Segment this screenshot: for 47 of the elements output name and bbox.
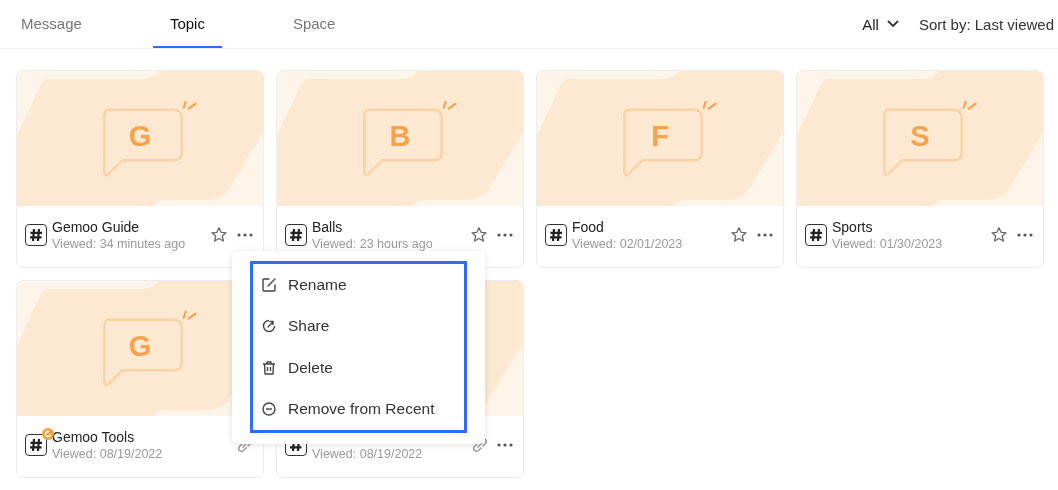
remove-icon [261,401,277,418]
viewed-time: Viewed: 08/19/2022 [52,447,164,461]
rename-icon [261,276,277,293]
tab[interactable]: Space [275,0,353,48]
topic-letter: B [389,122,411,151]
topic-letter: G [128,332,152,361]
topic-letter: F [651,122,669,151]
topic-letter: S [910,122,930,151]
menu-item[interactable]: Share [261,305,456,347]
topic-title: Balls [312,219,344,235]
filter-dropdown[interactable]: All [862,15,899,33]
topic-card[interactable]: F Food Viewed: 02/01/2023 [536,70,784,268]
more-icon[interactable] [1017,233,1033,237]
sort-dropdown[interactable]: Sort by: Last viewed [918,15,1054,33]
viewed-time: Viewed: 34 minutes ago [52,237,187,251]
menu-item[interactable]: Remove from Recent [261,388,456,430]
star-icon[interactable] [730,226,748,244]
topic-title: Sports [832,219,874,235]
star-icon[interactable] [210,226,228,244]
more-icon[interactable] [237,233,253,237]
topic-card[interactable]: B Balls Viewed: 23 hours ago [276,70,524,268]
tab[interactable]: Topic [152,0,222,48]
viewed-time: Viewed: 23 hours ago [312,237,434,251]
menu-item[interactable]: Delete [261,347,456,389]
viewed-time: Viewed: 08/19/2022 [312,447,424,461]
hashtag-icon [545,224,567,246]
viewed-time: Viewed: 02/01/2023 [572,237,684,251]
delete-icon [261,359,277,376]
hashtag-icon [25,224,47,246]
more-icon[interactable] [757,233,773,237]
more-icon[interactable] [497,443,513,447]
chevron-down-icon [886,20,899,28]
topic-card[interactable]: S Sports Viewed: 01/30/2023 [796,70,1044,268]
hashtag-icon [285,224,307,246]
link-icon[interactable] [472,437,488,453]
topic-card[interactable]: G Gemoo Guide Viewed: 34 minutes ago [16,70,264,268]
more-icon[interactable] [497,233,513,237]
topic-title: Gemoo Tools [52,429,136,445]
star-icon[interactable] [990,226,1008,244]
topic-title: Gemoo Guide [52,219,141,235]
viewed-time: Viewed: 01/30/2023 [832,237,944,251]
tab[interactable]: Message [4,0,99,48]
share-icon [261,318,277,335]
topic-title: Food [572,219,605,235]
star-icon[interactable] [470,226,488,244]
topic-letter: G [128,122,152,151]
hashtag-icon [805,224,827,246]
